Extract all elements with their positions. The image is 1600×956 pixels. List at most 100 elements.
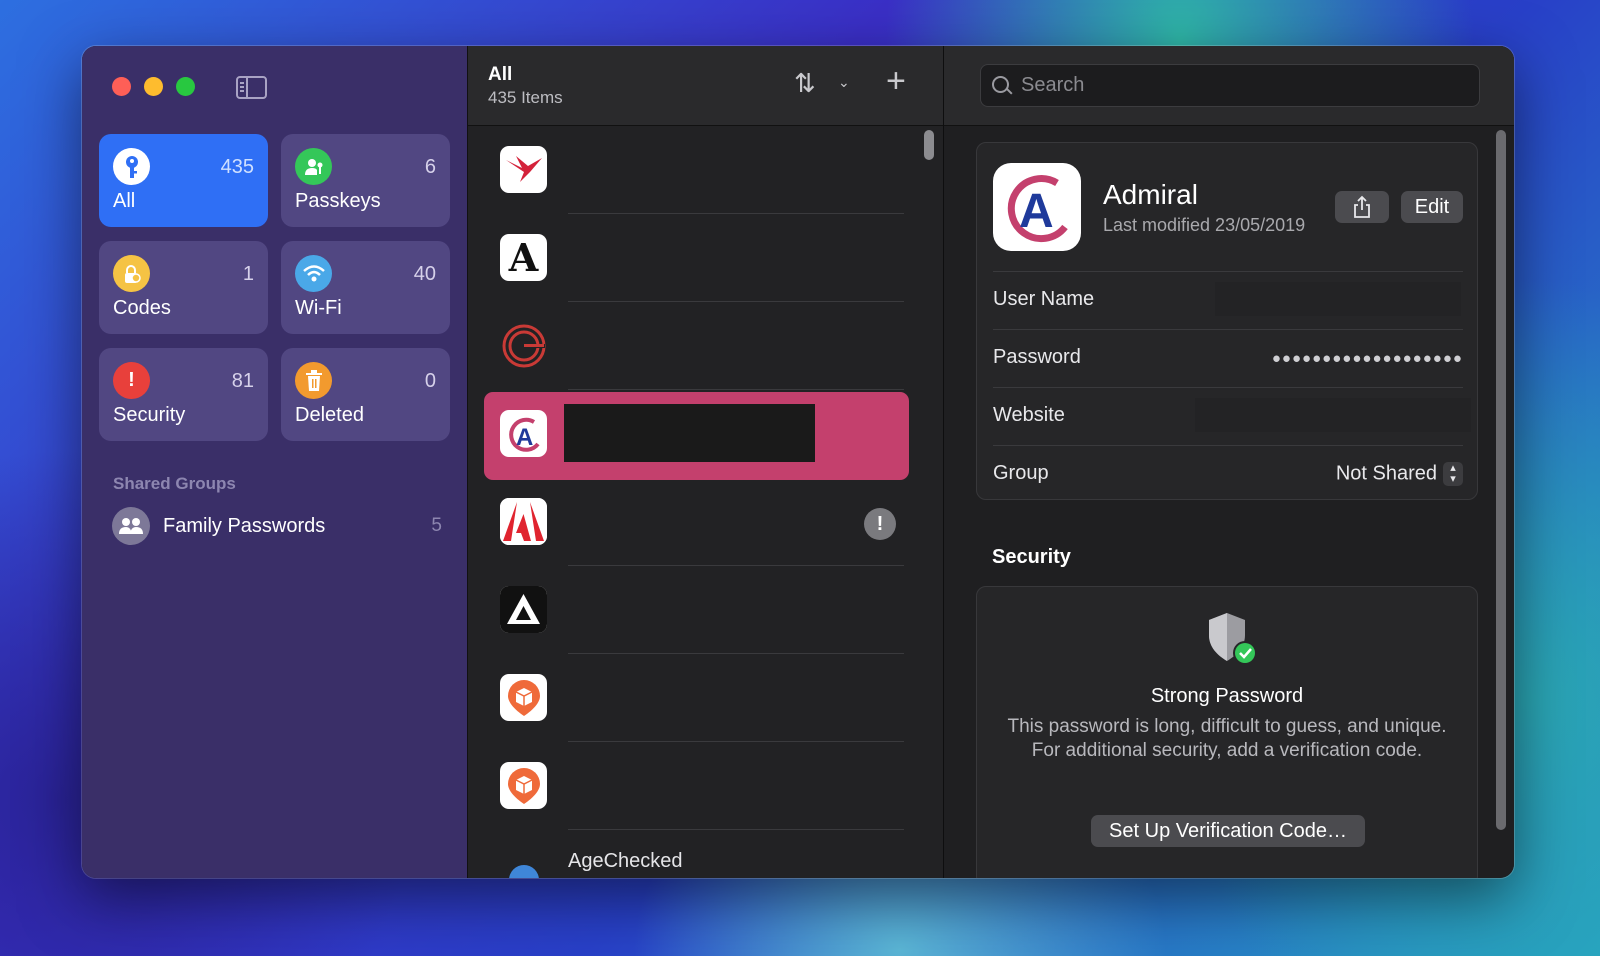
tile-count: 6 [424, 156, 436, 178]
shared-groups-heading: Shared Groups [113, 474, 236, 493]
trash-icon [295, 362, 332, 399]
redacted-username [1215, 282, 1461, 316]
password-value: ●●●●●●●●●●●●●●●●●●● [1271, 350, 1463, 367]
svg-text:A: A [516, 424, 533, 451]
adobe-logo-icon [500, 498, 547, 545]
list-item[interactable]: AgeChecked [468, 830, 928, 878]
edit-button[interactable]: Edit [1401, 191, 1463, 223]
tile-label: Security [113, 404, 186, 426]
tile-count: 0 [424, 370, 436, 392]
group-row[interactable]: Group Not Shared ▴ ▾ [993, 445, 1463, 503]
tile-label: Wi-Fi [295, 297, 342, 319]
tile-label: All [113, 190, 136, 212]
sidebar-toggle-icon[interactable] [236, 76, 267, 99]
item-title: Admiral [1103, 179, 1198, 210]
last-modified: Last modified 23/05/2019 [1103, 215, 1306, 235]
credential-card: A Admiral Last modified 23/05/2019 Edit … [976, 142, 1478, 500]
tile-codes[interactable]: 1 Codes [99, 241, 268, 334]
family-group-count: 5 [431, 515, 442, 536]
list-item[interactable] [468, 654, 928, 742]
add-item-button[interactable]: + [886, 62, 906, 101]
app-logo-icon [500, 856, 547, 878]
security-heading: Security [992, 546, 1071, 568]
list-item[interactable] [468, 566, 928, 654]
sidebar: 435 All 6 Passkeys 1 Codes 40 Wi-Fi ! 81… [82, 46, 468, 878]
chevron-down-icon[interactable]: ⌄ [838, 74, 850, 91]
search-icon [991, 75, 1013, 97]
search-field[interactable] [980, 64, 1480, 107]
category-tiles: 435 All 6 Passkeys 1 Codes 40 Wi-Fi ! 81… [99, 134, 450, 441]
list-item[interactable]: A [468, 214, 928, 302]
exclamation-icon: ! [113, 362, 150, 399]
box-pin-logo-icon [500, 674, 547, 721]
person-key-icon [295, 148, 332, 185]
group-value: Not Shared [1335, 462, 1437, 485]
sort-icon[interactable]: ⇅ [794, 68, 816, 99]
group-label: Group [993, 462, 1049, 484]
chevron-updown-icon: ▴ ▾ [1443, 462, 1463, 486]
tile-count: 1 [242, 263, 254, 285]
box-pin-logo-icon [500, 762, 547, 809]
tile-security[interactable]: ! 81 Security [99, 348, 268, 441]
sidebar-item-family-passwords[interactable]: Family Passwords 5 [112, 506, 442, 546]
close-window-button[interactable] [112, 77, 131, 96]
search-input[interactable] [1021, 74, 1461, 97]
detail-scrollbar[interactable] [1496, 130, 1506, 830]
password-row[interactable]: Password ●●●●●●●●●●●●●●●●●●● [993, 329, 1463, 387]
tile-wifi[interactable]: 40 Wi-Fi [281, 241, 450, 334]
tile-all[interactable]: 435 All [99, 134, 268, 227]
setup-verification-code-button[interactable]: Set Up Verification Code… [1091, 815, 1365, 847]
username-row[interactable]: User Name [993, 271, 1463, 329]
triangle-logo-icon [500, 586, 547, 633]
share-button[interactable] [1335, 191, 1389, 223]
tile-count: 81 [231, 370, 254, 392]
list-item[interactable]: ! [468, 478, 928, 566]
tile-label: Passkeys [295, 190, 381, 212]
list-item-name: AgeChecked [568, 850, 683, 872]
lock-clock-icon [113, 255, 150, 292]
bird-logo-icon [500, 146, 547, 193]
tile-deleted[interactable]: 0 Deleted [281, 348, 450, 441]
tile-count: 435 [220, 156, 254, 178]
password-label: Password [993, 346, 1081, 368]
passwords-window: 435 All 6 Passkeys 1 Codes 40 Wi-Fi ! 81… [82, 46, 1514, 878]
list-item[interactable] [468, 742, 928, 830]
items-list[interactable]: A A ! AgeChecked [468, 126, 928, 878]
username-label: User Name [993, 288, 1095, 310]
list-title: All [488, 64, 513, 85]
admiral-logo-icon: A [500, 410, 547, 457]
group-people-icon [112, 507, 150, 545]
password-strength-status: Strong Password [1150, 685, 1304, 707]
website-label: Website [993, 404, 1065, 426]
security-card: Strong Password This password is long, d… [976, 586, 1478, 878]
detail-pane: A Admiral Last modified 23/05/2019 Edit … [944, 46, 1514, 878]
zoom-window-button[interactable] [176, 77, 195, 96]
letter-a-logo-icon: A [500, 234, 547, 281]
key-icon [113, 148, 150, 185]
svg-text:A: A [1019, 185, 1054, 238]
g-logo-icon [500, 322, 547, 369]
redacted-item-name [564, 404, 815, 462]
minimize-window-button[interactable] [144, 77, 163, 96]
list-item-selected[interactable]: A [468, 390, 928, 480]
list-header: All 435 Items ⇅ ⌄ + [468, 46, 943, 126]
shield-check-icon [1205, 611, 1257, 665]
items-list-pane: All 435 Items ⇅ ⌄ + A A ! AgeChecked [468, 46, 944, 878]
group-select[interactable]: Not Shared ▴ ▾ [1336, 462, 1463, 486]
tile-count: 40 [413, 263, 436, 285]
website-row[interactable]: Website [993, 387, 1471, 445]
list-item[interactable] [468, 126, 928, 214]
redacted-website [1195, 398, 1471, 432]
tile-passkeys[interactable]: 6 Passkeys [281, 134, 450, 227]
tile-label: Deleted [295, 404, 364, 426]
list-item[interactable] [468, 302, 928, 390]
window-controls [112, 77, 195, 96]
tile-label: Codes [113, 297, 171, 319]
list-item-count: 435 Items [488, 88, 563, 107]
list-scrollbar[interactable] [924, 130, 934, 160]
detail-header [944, 46, 1514, 126]
admiral-logo-icon: A [993, 163, 1081, 251]
password-strength-description: This password is long, difficult to gues… [1007, 716, 1447, 761]
warning-icon[interactable]: ! [864, 508, 896, 540]
family-group-name: Family Passwords [163, 514, 326, 537]
